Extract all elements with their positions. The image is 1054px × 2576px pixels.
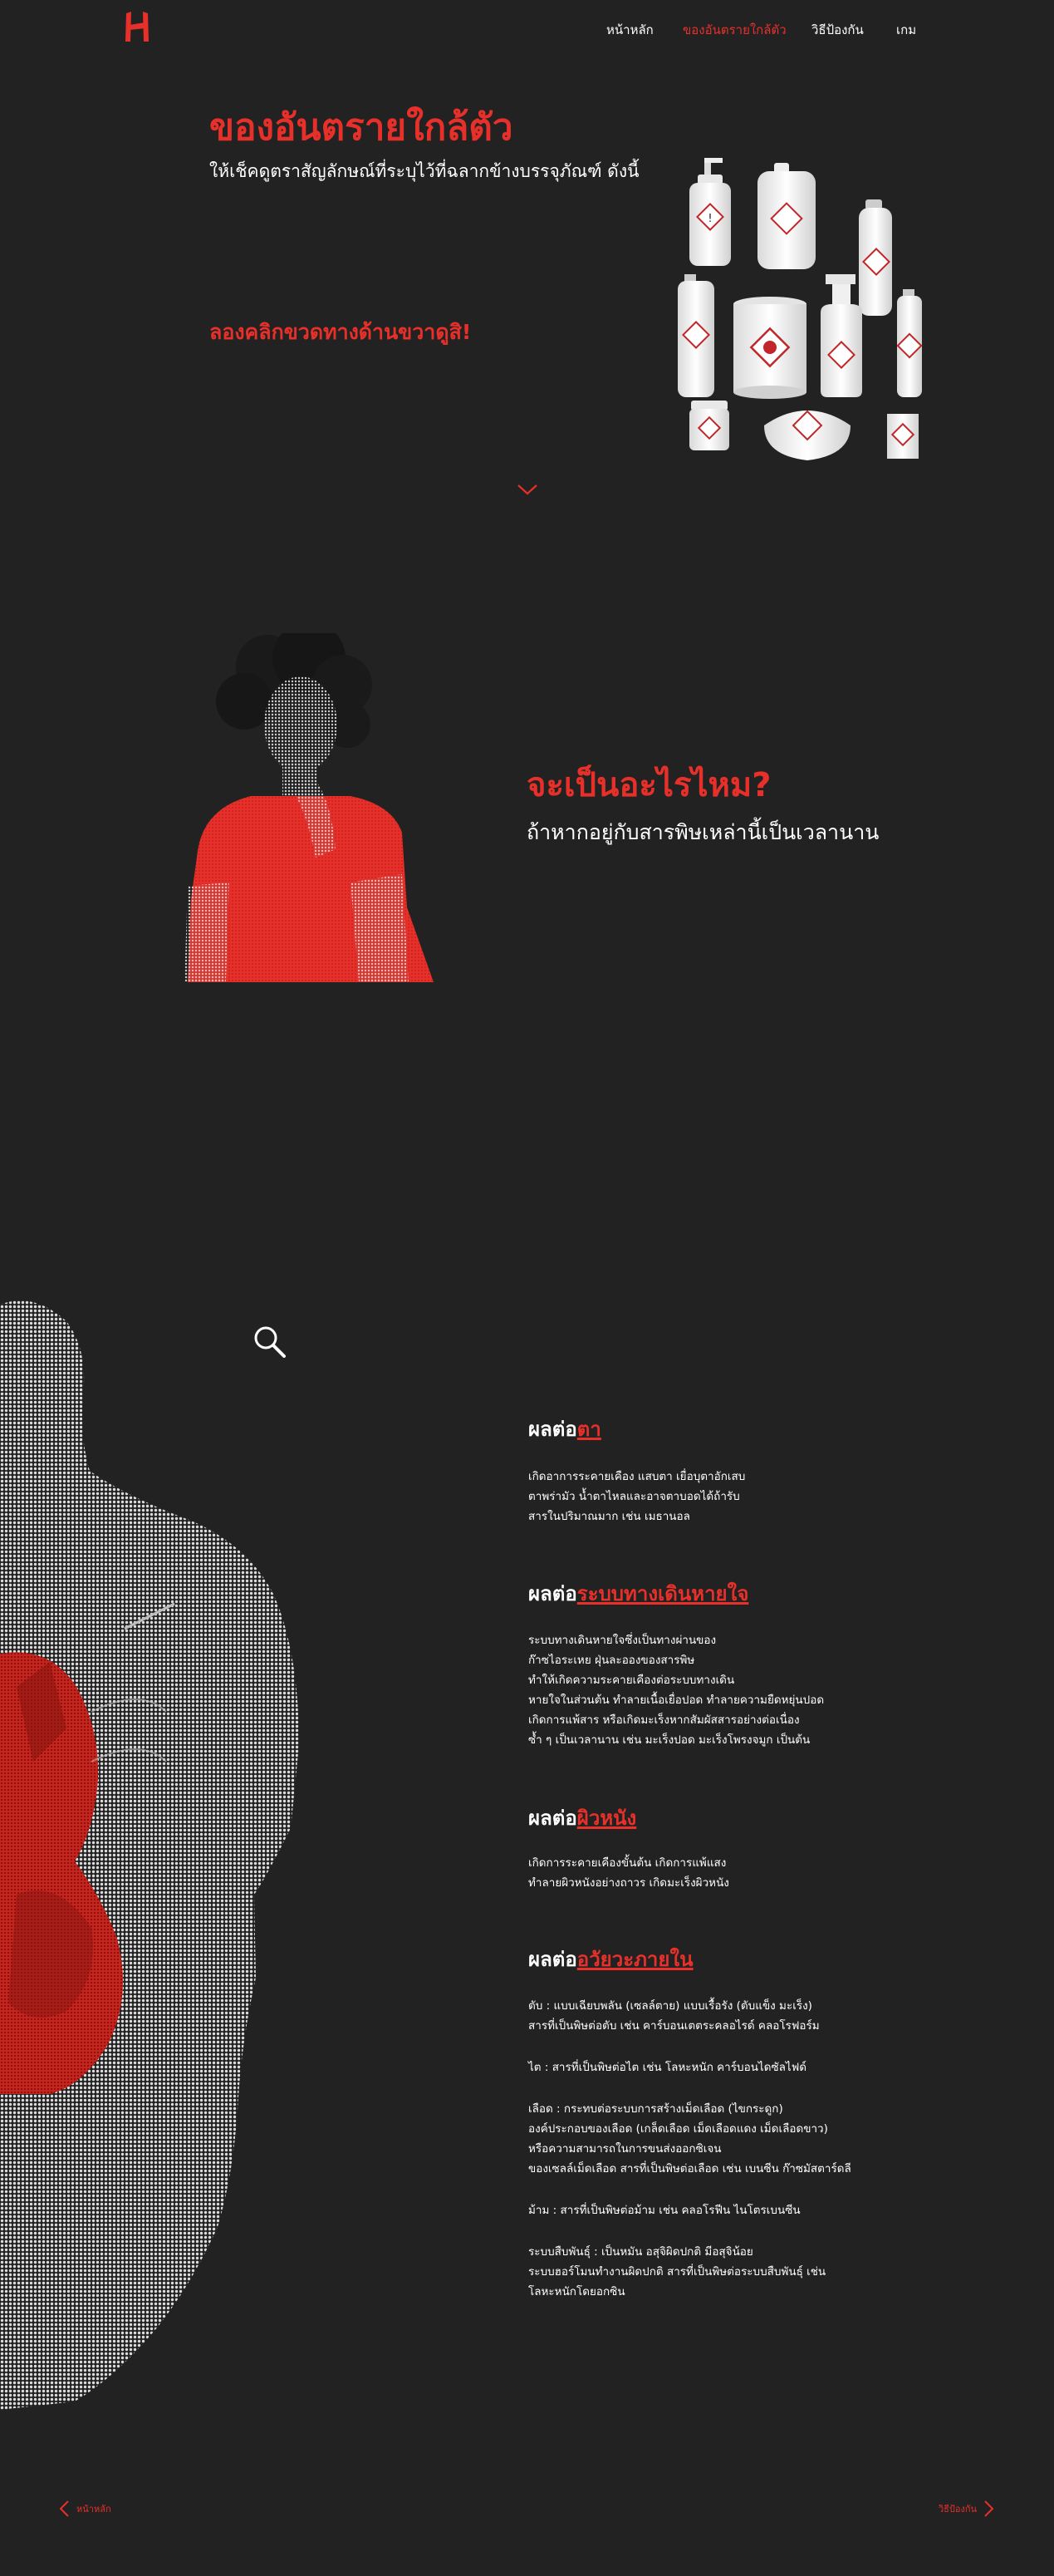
effect-respiratory-prefix: ผลต่อ <box>528 1582 577 1605</box>
effect-respiratory-title: ผลต่อระบบทางเดินหายใจ <box>528 1577 748 1610</box>
effect-organs-spleen-text: ม้าม : สารที่เป็นพิษต่อม้าม เช่น คลอโรฟี… <box>528 2204 801 2217</box>
effect-organs-blood-text: เลือด : กระทบต่อระบบการสร้างเม็ดเลือด (ไ… <box>528 2102 851 2175</box>
next-page-link[interactable]: วิธีป้องกัน <box>939 2500 995 2518</box>
svg-text:!: ! <box>708 213 712 225</box>
aerosol-can[interactable] <box>859 199 892 316</box>
nav-item-game[interactable]: เกม <box>896 20 916 40</box>
effect-eyes-highlight: ตา <box>576 1418 601 1441</box>
pump-bottle[interactable]: ! <box>689 158 731 266</box>
nav-item-home[interactable]: หน้าหลัก <box>606 20 654 40</box>
question-title: จะเป็นอะไรไหม? <box>527 766 772 804</box>
effect-eyes-title: ผลต่อตา <box>528 1413 601 1445</box>
site-logo[interactable] <box>123 8 151 45</box>
prev-page-link[interactable]: หน้าหลัก <box>58 2500 111 2518</box>
next-page-label: วิธีป้องกัน <box>939 2504 978 2515</box>
effect-skin-text: เกิดการระคายเคืองขั้นต้น เกิดการแพ้แสง ท… <box>528 1856 729 1890</box>
spray-can-right[interactable] <box>896 289 923 397</box>
chevron-right-icon <box>984 2500 994 2517</box>
effect-organs-liver-text: ตับ : แบบเฉียบพลัน (เซลล์ตาย) แบบเรื้อรั… <box>528 1999 820 2033</box>
human-body-anatomy-illustration <box>0 1296 309 2410</box>
thinking-woman-illustration <box>184 622 442 982</box>
nav-item-hazards[interactable]: ของอันตรายใกล้ตัว <box>683 20 787 40</box>
effect-eyes-text: เกิดอาการระคายเคือง แสบตา เยื่อบุตาอักเส… <box>528 1470 746 1523</box>
page-title: ของอันตรายใกล้ตัว <box>209 106 513 149</box>
effect-skin-highlight: ผิวหนัง <box>576 1807 637 1830</box>
small-box[interactable] <box>887 414 919 459</box>
effect-organs-highlight: อวัยวะภายใน <box>576 1948 694 1971</box>
effect-respiratory-text: ระบบทางเดินหายใจซึ่งเป็นทางผ่านของ ก๊าซไ… <box>528 1634 825 1747</box>
effect-skin-title: ผลต่อผิวหนัง <box>528 1802 636 1834</box>
effect-respiratory-highlight: ระบบทางเดินหายใจ <box>576 1582 749 1605</box>
hazard-products-illustration: ! <box>674 150 949 465</box>
chevron-left-icon <box>59 2500 69 2517</box>
jug-bottle[interactable] <box>757 163 816 269</box>
scroll-down-chevron-icon[interactable] <box>515 480 540 499</box>
effect-organs-kidney-text: ไต : สารที่เป็นพิษต่อไต เช่น โลหะหนัก คา… <box>528 2061 807 2074</box>
effect-organs-reproductive-text: ระบบสืบพันธุ์ : เป็นหมัน อสุจิผิดปกติ มี… <box>528 2245 826 2298</box>
spray-bottle[interactable] <box>821 274 862 397</box>
page-subtitle: ให้เช็คดูตราสัญลักษณ์ที่ระบุไว้ที่ฉลากข้… <box>209 161 640 181</box>
hero-cta-text: ลองคลิกขวดทางด้านขวาดูสิ! <box>209 320 472 344</box>
paint-bucket[interactable] <box>733 297 806 399</box>
face-mask[interactable] <box>764 410 851 460</box>
effect-skin-prefix: ผลต่อ <box>528 1807 577 1830</box>
small-jar[interactable] <box>689 401 729 450</box>
spray-can-left[interactable] <box>678 274 714 397</box>
effect-eyes-prefix: ผลต่อ <box>528 1418 577 1441</box>
prev-page-label: หน้าหลัก <box>76 2504 111 2515</box>
question-subtitle: ถ้าหากอยู่กับสารพิษเหล่านี้เป็นเวลานาน <box>527 820 880 844</box>
magnifier-icon[interactable] <box>249 1321 292 1364</box>
effect-organs-prefix: ผลต่อ <box>528 1948 577 1971</box>
nav-item-prevention[interactable]: วิธีป้องกัน <box>811 20 864 40</box>
effect-organs-title: ผลต่ออวัยวะภายใน <box>528 1943 694 1975</box>
